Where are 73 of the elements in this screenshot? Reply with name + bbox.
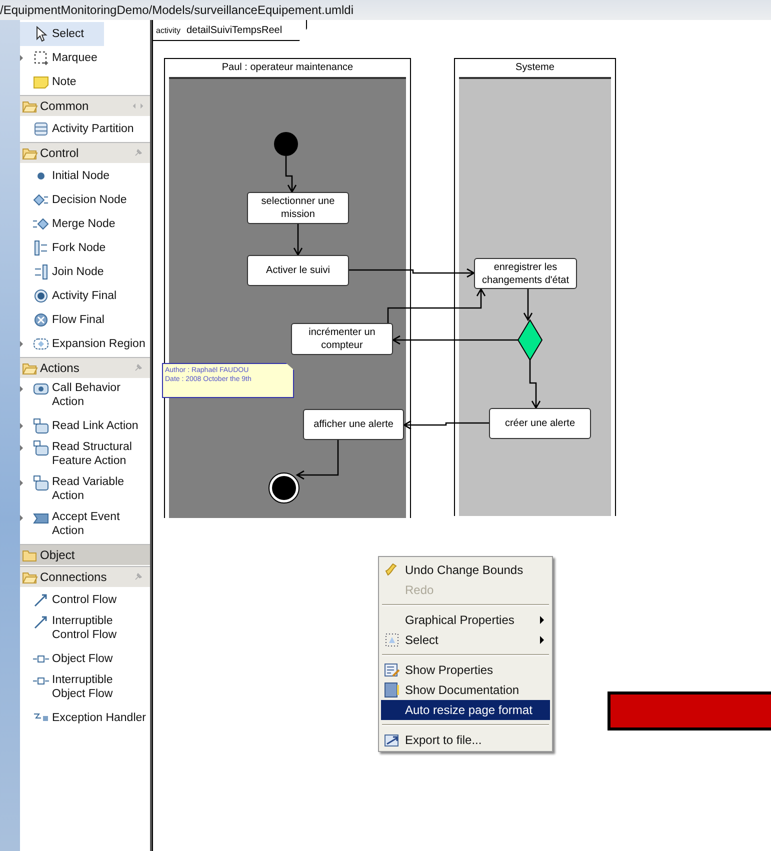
menu-item[interactable]: Auto resize page format [381,700,550,720]
select-icon [384,632,400,648]
expand-arrow-icon[interactable] [20,386,23,392]
menu-item[interactable]: Select [381,630,550,650]
frame-keyword: activity [156,26,180,34]
expand-arrow-icon[interactable] [20,423,23,429]
palette-drawer[interactable]: Connections [20,566,150,587]
palette-drawer[interactable]: Control [20,142,150,163]
doc-icon [384,682,400,698]
note-icon [33,74,49,90]
action-node[interactable]: enregistrer les changements d'état [474,258,577,289]
palette-tool[interactable]: Select [20,22,104,46]
palette-tool[interactable]: Marquee [20,46,150,70]
flow-icon [33,592,49,608]
flow-arrow[interactable] [348,268,476,278]
fork-icon [33,240,49,256]
palette-tool[interactable]: Activity Partition [20,117,150,141]
expand-arrow-icon[interactable] [20,480,23,486]
frame-name: detailSuiviTempsReel [186,24,282,36]
menu-item[interactable]: Export to file... [381,730,550,750]
palette-tool[interactable]: Activity Final [20,284,150,308]
palette-tool[interactable]: Read Variable Action [20,473,150,508]
flow-arrow[interactable] [523,288,533,322]
partition-icon [33,121,49,137]
expansion-icon [33,336,49,352]
palette-tool[interactable]: Flow Final [20,308,150,332]
palette-tool[interactable]: Exception Handler [20,706,150,730]
expand-arrow-icon[interactable] [20,341,23,347]
export-icon [384,732,400,748]
action-node[interactable]: afficher une alerte [303,409,404,440]
palette-tool[interactable]: Join Node [20,260,150,284]
palette-tool[interactable]: Fork Node [20,236,150,260]
palette-tool[interactable]: Decision Node [20,188,150,212]
flow-arrow[interactable] [402,420,490,430]
marquee-icon [33,50,49,66]
expand-arrow-icon[interactable] [20,515,23,521]
palette-tool[interactable]: Interruptible Object Flow [20,671,150,706]
palette-drawer[interactable]: Actions [20,357,150,378]
diamond-icon [33,192,49,208]
initial-node[interactable] [274,132,298,156]
action-node[interactable]: créer une alerte [489,408,591,439]
flow-arrow[interactable] [387,288,486,324]
menu-item[interactable]: Show Properties [381,660,550,680]
props-icon [384,662,400,678]
menu-item[interactable]: Graphical Properties [381,610,550,630]
join-icon [33,264,49,280]
palette-tool[interactable]: Read Structural Feature Action [20,438,150,473]
palette-tool[interactable]: Accept Event Action [20,508,150,543]
palette-tool[interactable]: Read Link Action [20,414,150,438]
decision-node[interactable] [517,319,543,361]
file-path: /EquipmentMonitoringDemo/Models/surveillanceEquipement.umldi [0,0,771,20]
palette-tool[interactable]: Call Behavior Action [20,379,150,414]
palette-tool[interactable]: Control Flow [20,588,150,612]
palette-drawer[interactable]: Common [20,95,150,116]
palette-tool[interactable]: Interruptible Control Flow [20,612,150,647]
flow-arrow[interactable] [392,335,519,345]
palette-tool[interactable]: Merge Node [20,212,150,236]
expand-arrow-icon[interactable] [20,55,23,61]
final-node[interactable] [268,472,300,504]
flow-arrow[interactable] [529,359,541,410]
palette-tool[interactable]: Initial Node [20,164,150,188]
action-node[interactable]: selectionner une mission [247,192,349,224]
palette-tool[interactable]: Object Flow [20,647,150,671]
expand-arrow-icon[interactable] [20,445,23,451]
merge-icon [33,216,49,232]
palette-drawer[interactable]: Object [20,544,150,565]
palette-tool[interactable]: Note [20,70,150,94]
action-node[interactable]: Activer le suivi [247,255,349,286]
flow-icon [33,614,49,630]
menu-item[interactable]: Undo Change Bounds [381,560,550,580]
palette-tool[interactable]: Expansion Region [20,332,150,356]
menu-item[interactable]: Show Documentation [381,680,550,700]
action-node[interactable]: incrémenter un compteur [291,323,393,355]
